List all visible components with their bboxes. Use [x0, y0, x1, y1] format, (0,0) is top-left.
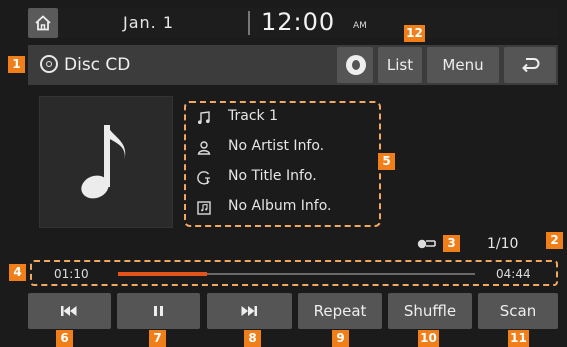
scan-button[interactable]: Scan: [478, 293, 558, 329]
music-note-icon: [81, 125, 126, 199]
home-icon: [35, 15, 51, 31]
brand-logo-icon: [346, 55, 366, 75]
callout-prev: 6: [56, 330, 73, 347]
status-divider: [248, 11, 250, 35]
progress-fill: [118, 272, 208, 276]
title-icon: [197, 171, 210, 185]
back-icon: [522, 58, 540, 73]
next-track-button[interactable]: [207, 293, 292, 329]
status-bar: Jan. 1 12:00 AM: [28, 8, 558, 38]
back-button[interactable]: [504, 47, 556, 83]
callout-repeat-mode: 3: [443, 235, 460, 252]
artist-row: No Artist Info.: [196, 136, 376, 162]
menu-button[interactable]: Menu: [427, 47, 499, 83]
track-name: Track 1: [228, 108, 278, 124]
callout-list: 12: [404, 25, 425, 42]
track-count: 1/10: [487, 236, 519, 252]
disc-icon: [40, 55, 58, 73]
shuffle-button[interactable]: Shuffle: [388, 293, 472, 329]
song-info-panel: Track 1 No Artist Info. No Title Info. N…: [184, 101, 381, 227]
callout-shuffle: 10: [418, 330, 439, 347]
person-icon: [197, 141, 211, 155]
callout-disc-title: 1: [8, 56, 25, 73]
callout-time-bar: 4: [9, 264, 26, 281]
artist-name: No Artist Info.: [228, 138, 325, 154]
media-screen: Jan. 1 12:00 AM Disc CD List Menu Track …: [0, 0, 567, 347]
next-track-icon: [241, 306, 257, 316]
pause-icon: [154, 306, 163, 316]
repeat-button[interactable]: Repeat: [298, 293, 382, 329]
source-title: Disc CD: [64, 55, 131, 75]
source-header: Disc CD List Menu: [28, 45, 558, 85]
pause-button[interactable]: [117, 293, 200, 329]
callout-pause: 7: [149, 330, 166, 347]
previous-track-icon: [61, 306, 77, 316]
callout-repeat: 9: [332, 330, 349, 347]
album-row: No Album Info.: [196, 196, 376, 222]
track-row: Track 1: [196, 106, 376, 132]
callout-scan: 11: [508, 330, 529, 347]
song-title: No Title Info.: [228, 168, 317, 184]
progress-bar[interactable]: 01:10 04:44: [30, 260, 558, 286]
callout-song-info: 5: [378, 153, 395, 170]
callout-track-count: 2: [546, 232, 563, 249]
title-row: No Title Info.: [196, 166, 376, 192]
album-name: No Album Info.: [228, 198, 332, 214]
elapsed-time: 01:10: [54, 267, 89, 281]
repeat-mode-icon: [417, 239, 436, 249]
progress-track[interactable]: [118, 272, 475, 276]
clock-time: 12:00: [261, 8, 336, 36]
callout-next: 8: [244, 330, 261, 347]
album-art: [39, 96, 173, 228]
clock-ampm: AM: [353, 21, 367, 31]
previous-track-button[interactable]: [28, 293, 111, 329]
home-button[interactable]: [28, 8, 58, 38]
list-button[interactable]: List: [378, 47, 422, 83]
album-icon: [197, 201, 211, 215]
total-time: 04:44: [496, 267, 531, 281]
music-note-icon: [198, 111, 210, 124]
date-display: Jan. 1: [123, 13, 175, 32]
brand-logo-button[interactable]: [337, 47, 373, 83]
